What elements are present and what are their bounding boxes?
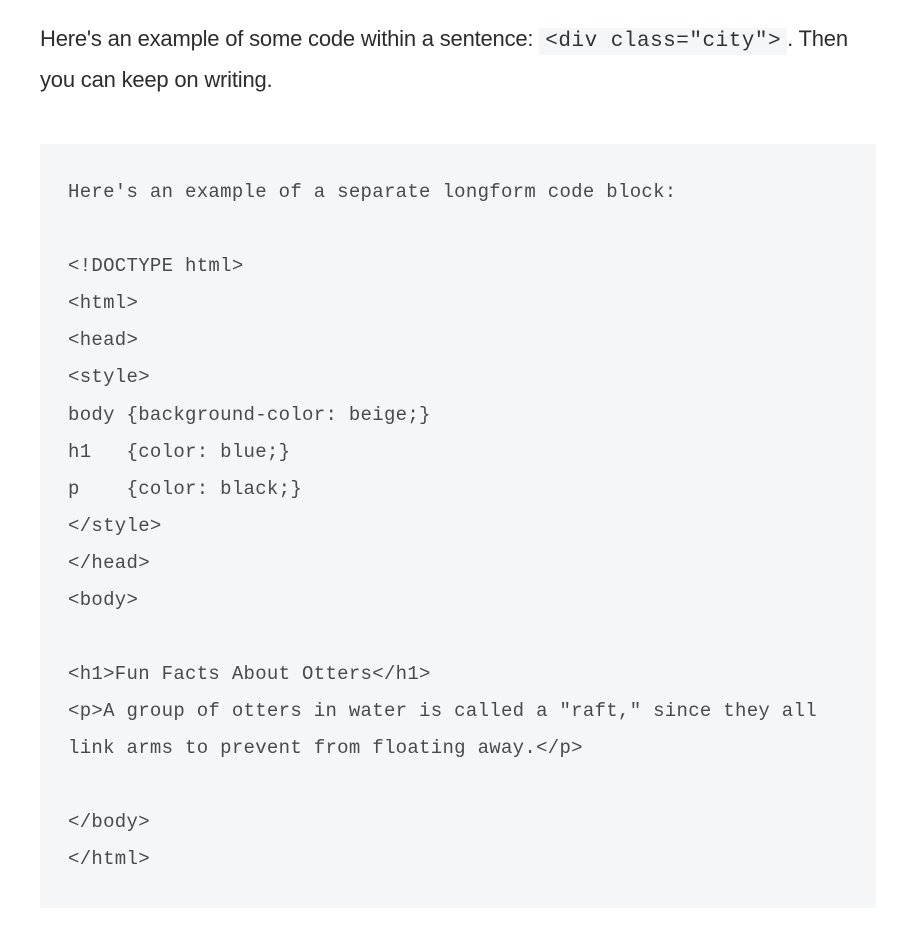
- intro-paragraph: Here's an example of some code within a …: [40, 20, 876, 99]
- intro-text-before: Here's an example of some code within a …: [40, 26, 539, 51]
- inline-code-snippet: <div class="city">: [539, 28, 787, 55]
- code-block: Here's an example of a separate longform…: [40, 144, 876, 908]
